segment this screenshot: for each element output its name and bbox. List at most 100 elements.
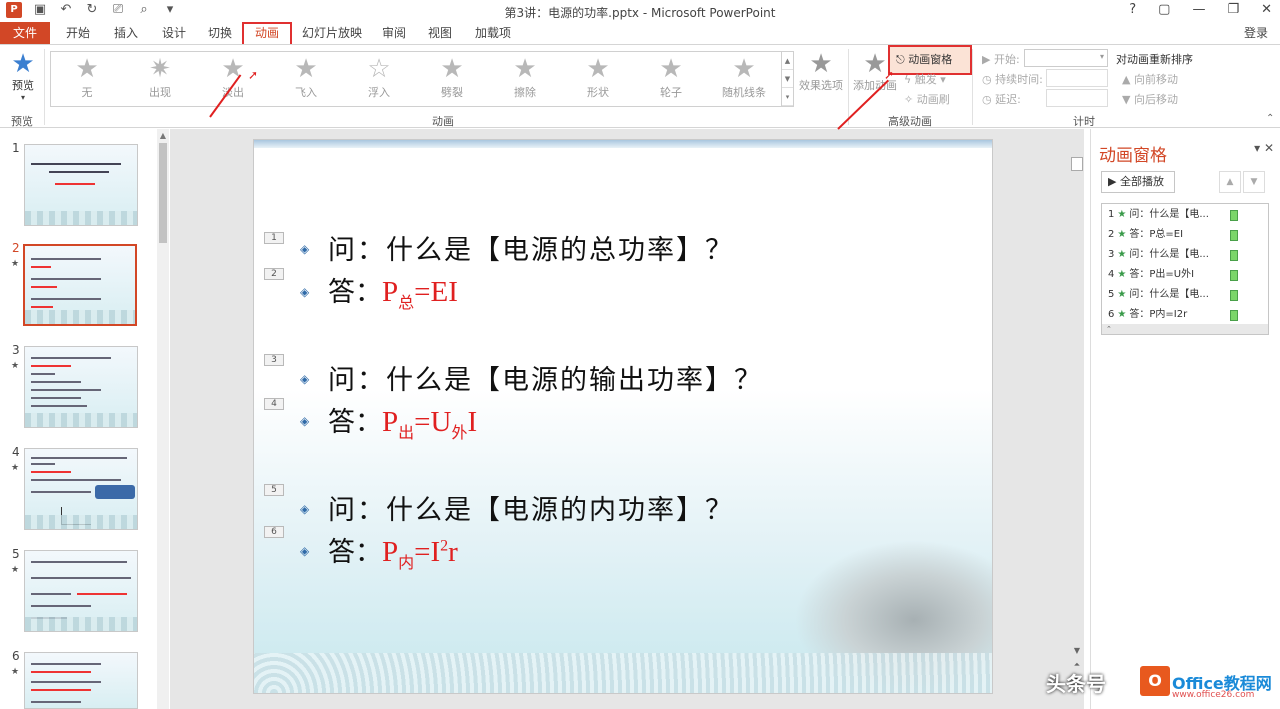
scroll-down-icon[interactable]: ▼ [782, 70, 793, 88]
effect-options-button[interactable]: ★ 效果选项 [798, 51, 844, 93]
slide-number: 1 [12, 141, 20, 155]
scroll-up-icon[interactable]: ▲ [782, 52, 793, 70]
move-earlier-label: 向前移动 [1133, 73, 1178, 86]
tab-insert[interactable]: 插入 [104, 22, 148, 44]
animation-tag[interactable]: 1 [264, 232, 284, 244]
animation-pane: 动画窗格 ▾ ✕ ▶ 全部播放 ▲ ▼ 1 ★ 问：什么是【电... 2 ★ 答：P总=… [1090, 129, 1280, 709]
thumbnails-scrollbar[interactable]: ▲ [157, 129, 169, 709]
start-select[interactable]: ▾ [1024, 49, 1108, 67]
animation-tag[interactable]: 5 [264, 484, 284, 496]
help-button[interactable]: ? [1129, 2, 1136, 17]
answer-prefix: 答： [328, 407, 382, 438]
animation-gallery: ★ 无 ✷ 出现 ★ 淡出 ★ 飞入 ☆ 浮入 ★ 劈裂 ★ 擦除 ★ 形状 ★ 轮子 ★ 随机线条… [50, 51, 794, 107]
login-link[interactable]: 登录 [1244, 22, 1268, 44]
anim-fly-in[interactable]: ★ 飞入 [276, 56, 336, 100]
anim-label: 随机线条 [722, 86, 766, 99]
divider [44, 49, 45, 125]
ribbon-display-button[interactable]: ▢ [1158, 2, 1170, 17]
duration-input[interactable] [1046, 69, 1108, 87]
move-earlier-button[interactable]: ▲ 向前移动 [1122, 71, 1178, 87]
animation-tag[interactable]: 3 [264, 354, 284, 366]
slide-thumbnail-3[interactable] [24, 346, 138, 428]
current-slide[interactable]: 1 2 3 4 5 6 ◈ 问：什么是【电源的总功率】？ ◈ 答：P总=EI ◈… [253, 139, 993, 694]
animation-painter-button[interactable]: ✧ 动画刷 [904, 91, 950, 107]
gallery-scroll[interactable]: ▲ ▼ ▾ [781, 52, 793, 106]
formula-output-power: P出=U外I [382, 406, 477, 442]
slide-thumbnail-4[interactable] [24, 448, 138, 530]
anim-appear[interactable]: ✷ 出现 [130, 56, 190, 100]
anim-none[interactable]: ★ 无 [57, 56, 117, 100]
anim-random-bars[interactable]: ★ 随机线条 [714, 56, 774, 100]
move-up-button[interactable]: ▲ [1219, 171, 1241, 193]
timing-bar[interactable] [1230, 210, 1238, 221]
animation-tag[interactable]: 4 [264, 398, 284, 410]
tab-review[interactable]: 审阅 [372, 22, 416, 44]
animation-item[interactable]: 2 ★ 答：P总=EI [1108, 226, 1264, 244]
animation-item[interactable]: 6 ★ 答：P内=I2r [1108, 306, 1264, 324]
animation-item[interactable]: 1 ★ 问：什么是【电... [1108, 206, 1264, 224]
timing-bar[interactable] [1230, 290, 1238, 301]
slide-thumbnail-2[interactable] [23, 244, 137, 326]
tab-home[interactable]: 开始 [56, 22, 100, 44]
anim-wheel[interactable]: ★ 轮子 [641, 56, 701, 100]
anim-float-in[interactable]: ☆ 浮入 [349, 56, 409, 100]
editor-scrollbar[interactable]: ▼ ⏶ ⏷ [1069, 139, 1083, 709]
scroll-down-icon[interactable]: ▼ [1071, 645, 1083, 659]
slide-number: 3 [12, 343, 20, 357]
animation-item[interactable]: 4 ★ 答：P出=U外I [1108, 266, 1264, 284]
animation-item[interactable]: 5 ★ 问：什么是【电... [1108, 286, 1264, 304]
arrow-head-icon: ➚ [248, 68, 259, 82]
tab-design[interactable]: 设计 [152, 22, 196, 44]
tab-transitions[interactable]: 切换 [198, 22, 242, 44]
close-button[interactable]: ✕ [1261, 2, 1272, 17]
close-icon[interactable]: ✕ [1264, 141, 1274, 155]
slide-thumbnail-1[interactable] [24, 144, 138, 226]
star-icon: ★ [659, 54, 683, 84]
anim-split[interactable]: ★ 劈裂 [422, 56, 482, 100]
scroll-thumb[interactable] [1071, 157, 1083, 171]
pane-options-icon[interactable]: ▾ [1254, 141, 1260, 155]
anim-wipe[interactable]: ★ 擦除 [495, 56, 555, 100]
collapse-list-icon[interactable]: ⌃ [1102, 324, 1268, 334]
scroll-up-icon[interactable]: ▲ [157, 131, 169, 140]
timing-bar[interactable] [1230, 230, 1238, 241]
play-all-button[interactable]: ▶ 全部播放 [1101, 171, 1175, 193]
answer-prefix: 答： [328, 277, 382, 308]
scroll-thumb[interactable] [159, 143, 167, 243]
tab-animations[interactable]: 动画 [242, 22, 292, 44]
move-later-button[interactable]: ▼ 向后移动 [1122, 91, 1178, 107]
delay-input[interactable] [1046, 89, 1108, 107]
item-text: 问：什么是【电... [1129, 209, 1209, 220]
star-icon: ★ [75, 54, 99, 84]
star-icon: ★ [513, 54, 537, 84]
anim-shape[interactable]: ★ 形状 [568, 56, 628, 100]
tab-addins[interactable]: 加载项 [466, 22, 520, 44]
animation-tag[interactable]: 6 [264, 526, 284, 538]
minimize-button[interactable]: — [1192, 2, 1205, 17]
tab-file[interactable]: 文件 [0, 22, 50, 44]
slide-thumbnail-6[interactable] [24, 652, 138, 709]
animation-tag[interactable]: 2 [264, 268, 284, 280]
timing-bar[interactable] [1230, 270, 1238, 281]
lightning-icon: ϟ [904, 73, 915, 86]
tab-slideshow[interactable]: 幻灯片放映 [296, 22, 368, 44]
divider [848, 49, 849, 125]
preview-button[interactable]: ★ 预览 ▾ [6, 51, 40, 102]
restore-button[interactable]: ❐ [1227, 2, 1239, 17]
delay-text: 延迟: [995, 93, 1021, 106]
item-number: 5 [1108, 289, 1115, 300]
formula-part: =U [414, 406, 452, 438]
trigger-button[interactable]: ϟ 触发 ▾ [904, 71, 946, 87]
slide-thumbnail-5[interactable] [24, 550, 138, 632]
formula-subscript: 内 [398, 554, 415, 572]
collapse-ribbon-icon[interactable]: ⌃ [1266, 113, 1274, 124]
formula-subscript: 总 [398, 294, 415, 312]
animation-star-icon: ★ [11, 667, 20, 677]
move-down-button[interactable]: ▼ [1243, 171, 1265, 193]
timing-bar[interactable] [1230, 310, 1238, 321]
tab-view[interactable]: 视图 [418, 22, 462, 44]
timing-bar[interactable] [1230, 250, 1238, 261]
animation-item[interactable]: 3 ★ 问：什么是【电... [1108, 246, 1264, 264]
more-icon[interactable]: ▾ [782, 88, 793, 106]
slide-number: 2 [12, 241, 20, 255]
